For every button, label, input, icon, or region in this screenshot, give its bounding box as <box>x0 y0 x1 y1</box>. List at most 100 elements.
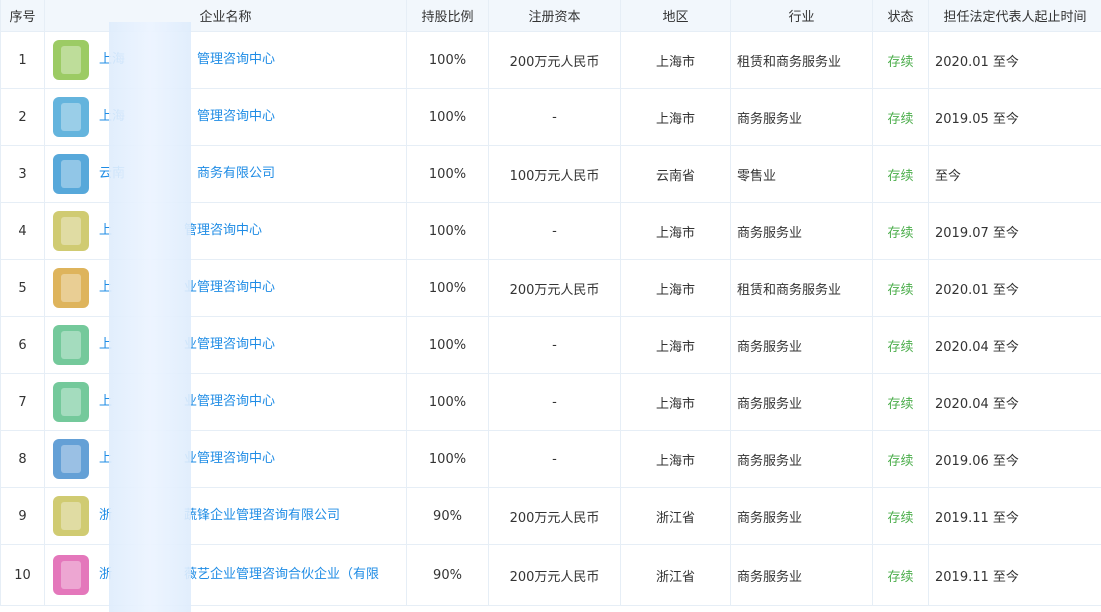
status-badge: 存续 <box>872 487 929 545</box>
company-name-head: 上海 <box>99 52 126 67</box>
company-logo-icon[interactable] <box>53 439 89 479</box>
company-cell: 上 业管理咨询中心 <box>44 373 407 431</box>
company-name-wrap: 浙 薇艺企业管理咨询合伙企业（有限 <box>51 555 400 595</box>
company-logo-icon[interactable] <box>53 268 89 308</box>
company-name-wrap: 上 业管理咨询中心 <box>51 439 400 479</box>
table-body: 1 上海 管理咨询中心 100% 200万元人民币 上海市 租赁和商务服务业 存续… <box>0 31 1101 606</box>
share-ratio: 100% <box>406 373 489 431</box>
share-ratio: 90% <box>406 544 489 606</box>
company-cell: 上 管理咨询中心 <box>44 202 407 260</box>
share-ratio: 100% <box>406 259 489 317</box>
status-badge: 存续 <box>872 88 929 146</box>
company-logo-icon[interactable] <box>53 211 89 251</box>
tenure-period: 至今 <box>928 145 1101 203</box>
table-row: 6 上 业管理咨询中心 100% - 上海市 商务服务业 存续 2020.04 至… <box>0 316 1101 374</box>
company-logo-icon[interactable] <box>53 496 89 536</box>
tenure-period: 2019.06 至今 <box>928 430 1101 488</box>
company-name-link[interactable]: 上 管理咨询中心 <box>99 222 262 240</box>
region: 上海市 <box>620 88 731 146</box>
region: 上海市 <box>620 259 731 317</box>
header-registered-capital: 注册资本 <box>488 0 621 32</box>
header-tenure-period: 担任法定代表人起止时间 <box>928 0 1101 32</box>
status-badge: 存续 <box>872 259 929 317</box>
header-industry: 行业 <box>730 0 873 32</box>
company-name-tail: 业管理咨询中心 <box>184 394 276 409</box>
company-cell: 上 业管理咨询中心 <box>44 430 407 488</box>
registered-capital: - <box>488 373 621 431</box>
table-row: 1 上海 管理咨询中心 100% 200万元人民币 上海市 租赁和商务服务业 存续… <box>0 31 1101 89</box>
company-logo-icon[interactable] <box>53 97 89 137</box>
tenure-period: 2020.01 至今 <box>928 31 1101 89</box>
status-badge: 存续 <box>872 202 929 260</box>
company-name-link[interactable]: 上 业管理咨询中心 <box>99 393 275 411</box>
company-cell: 浙 蔬锋企业管理咨询有限公司 <box>44 487 407 545</box>
industry: 商务服务业 <box>730 544 873 606</box>
company-name-head: 云南 <box>99 166 126 181</box>
region: 浙江省 <box>620 544 731 606</box>
registered-capital: 100万元人民币 <box>488 145 621 203</box>
row-index: 1 <box>0 31 45 89</box>
row-index: 5 <box>0 259 45 317</box>
table-row: 10 浙 薇艺企业管理咨询合伙企业（有限 90% 200万元人民币 浙江省 商务服… <box>0 544 1101 606</box>
company-cell: 上海 管理咨询中心 <box>44 88 407 146</box>
company-name-link[interactable]: 浙 蔬锋企业管理咨询有限公司 <box>99 507 340 525</box>
company-name-tail: 业管理咨询中心 <box>184 337 276 352</box>
company-logo-icon[interactable] <box>53 40 89 80</box>
company-name-link[interactable]: 上 业管理咨询中心 <box>99 450 275 468</box>
company-name-wrap: 浙 蔬锋企业管理咨询有限公司 <box>51 496 400 536</box>
table-row: 2 上海 管理咨询中心 100% - 上海市 商务服务业 存续 2019.05 至… <box>0 88 1101 146</box>
tenure-period: 2019.11 至今 <box>928 544 1101 606</box>
region: 上海市 <box>620 430 731 488</box>
company-name-tail: 业管理咨询中心 <box>184 280 276 295</box>
company-name-wrap: 上海 管理咨询中心 <box>51 97 400 137</box>
industry: 租赁和商务服务业 <box>730 31 873 89</box>
company-name-wrap: 上海 管理咨询中心 <box>51 40 400 80</box>
company-name-link[interactable]: 上 业管理咨询中心 <box>99 279 275 297</box>
registered-capital: 200万元人民币 <box>488 259 621 317</box>
registered-capital: - <box>488 202 621 260</box>
industry: 商务服务业 <box>730 202 873 260</box>
company-logo-icon[interactable] <box>53 382 89 422</box>
industry: 零售业 <box>730 145 873 203</box>
registered-capital: 200万元人民币 <box>488 544 621 606</box>
row-index: 10 <box>0 544 45 606</box>
company-name-wrap: 上 管理咨询中心 <box>51 211 400 251</box>
company-logo-icon[interactable] <box>53 154 89 194</box>
header-share-ratio: 持股比例 <box>406 0 489 32</box>
company-cell: 云南 商务有限公司 <box>44 145 407 203</box>
status-badge: 存续 <box>872 430 929 488</box>
company-name-link[interactable]: 上 业管理咨询中心 <box>99 336 275 354</box>
share-ratio: 100% <box>406 88 489 146</box>
row-index: 3 <box>0 145 45 203</box>
company-name-wrap: 上 业管理咨询中心 <box>51 268 400 308</box>
tenure-period: 2019.07 至今 <box>928 202 1101 260</box>
company-cell: 浙 薇艺企业管理咨询合伙企业（有限 <box>44 544 407 606</box>
company-name-link[interactable]: 上海 管理咨询中心 <box>99 51 275 69</box>
company-name-head: 上 <box>99 280 113 295</box>
company-name-wrap: 上 业管理咨询中心 <box>51 382 400 422</box>
region: 浙江省 <box>620 487 731 545</box>
company-logo-icon[interactable] <box>53 555 89 595</box>
share-ratio: 100% <box>406 316 489 374</box>
company-name-tail: 商务有限公司 <box>197 166 276 181</box>
share-ratio: 100% <box>406 145 489 203</box>
region: 上海市 <box>620 202 731 260</box>
table-row: 3 云南 商务有限公司 100% 100万元人民币 云南省 零售业 存续 至今 <box>0 145 1101 203</box>
company-name-tail: 业管理咨询中心 <box>184 451 276 466</box>
row-index: 9 <box>0 487 45 545</box>
status-badge: 存续 <box>872 544 929 606</box>
company-name-head: 浙 <box>99 567 113 582</box>
company-name-link[interactable]: 云南 商务有限公司 <box>99 165 275 183</box>
company-name-link[interactable]: 上海 管理咨询中心 <box>99 108 275 126</box>
company-name-head: 上 <box>99 337 113 352</box>
region: 上海市 <box>620 31 731 89</box>
tenure-period: 2020.01 至今 <box>928 259 1101 317</box>
company-name-wrap: 上 业管理咨询中心 <box>51 325 400 365</box>
industry: 租赁和商务服务业 <box>730 259 873 317</box>
tenure-period: 2020.04 至今 <box>928 316 1101 374</box>
industry: 商务服务业 <box>730 487 873 545</box>
company-name-link[interactable]: 浙 薇艺企业管理咨询合伙企业（有限 <box>99 566 379 584</box>
company-cell: 上 业管理咨询中心 <box>44 316 407 374</box>
status-badge: 存续 <box>872 373 929 431</box>
company-logo-icon[interactable] <box>53 325 89 365</box>
